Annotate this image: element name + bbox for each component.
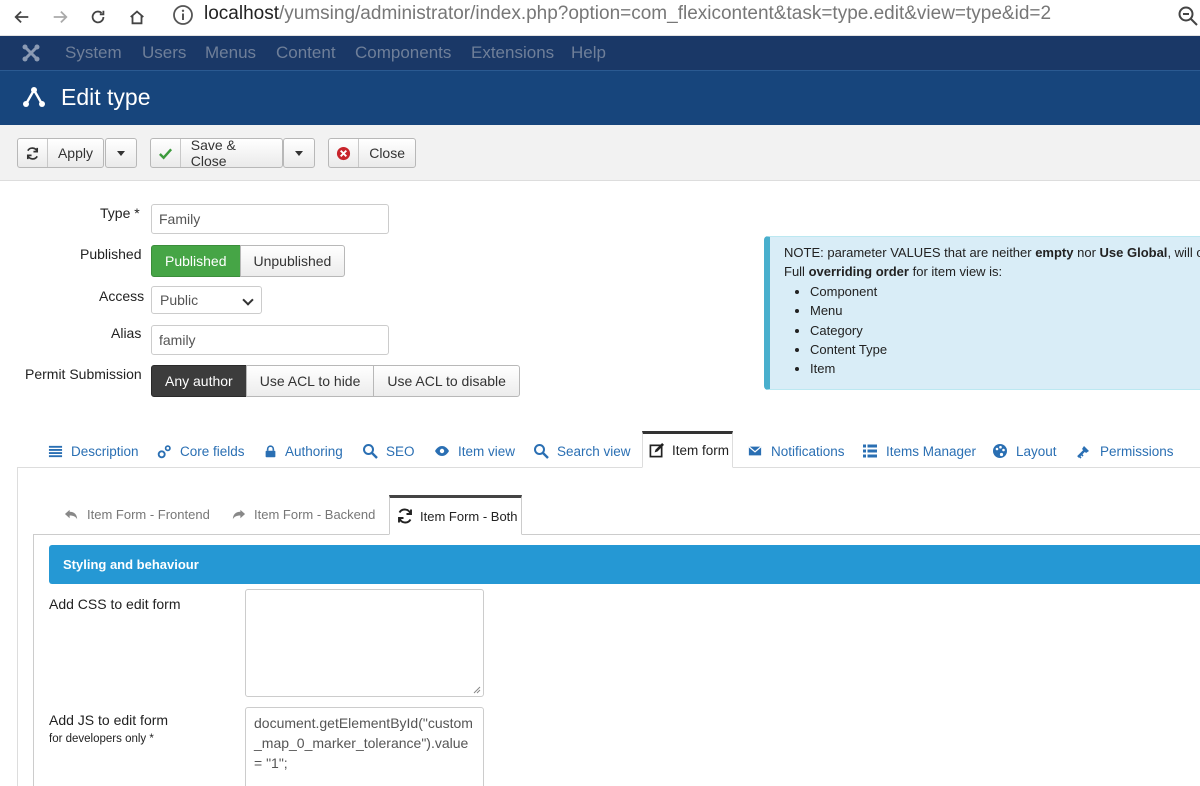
- toolbar: Apply Save & Close Close: [0, 125, 1200, 181]
- menu-content[interactable]: Content: [276, 43, 336, 63]
- note-line-1: NOTE: parameter VALUES that are neither …: [784, 245, 1200, 260]
- joomla-logo-icon[interactable]: [20, 42, 42, 64]
- chevron-down-icon: [242, 294, 254, 306]
- type-field[interactable]: Family: [151, 204, 389, 234]
- url-path: /yumsing/administrator/index.php?option=…: [279, 3, 1052, 24]
- eye-icon: [435, 446, 449, 456]
- menu-menus[interactable]: Menus: [205, 43, 256, 63]
- override-note: NOTE: parameter VALUES that are neither …: [764, 236, 1200, 390]
- override-order-list: Component Menu Category Content Type Ite…: [784, 282, 1199, 378]
- unpublished-option[interactable]: Unpublished: [239, 245, 346, 277]
- css-textarea[interactable]: [245, 589, 484, 697]
- cogs-icon: [157, 444, 171, 458]
- cancel-icon: [329, 139, 360, 167]
- reply-icon: [64, 509, 78, 519]
- menu-extensions[interactable]: Extensions: [471, 43, 554, 63]
- tab-search-view[interactable]: Search view: [533, 438, 631, 464]
- admin-menu-bar: System Users Menus Content Components Ex…: [0, 36, 1200, 70]
- published-toggle: Published Unpublished: [151, 245, 346, 277]
- zoom-icon[interactable]: [1176, 4, 1200, 28]
- caret-down-icon: [295, 150, 303, 156]
- home-icon[interactable]: [123, 3, 151, 31]
- refresh-icon: [398, 508, 412, 524]
- checkmark-icon: [151, 139, 181, 167]
- tab-permissions[interactable]: Permissions: [1076, 438, 1174, 464]
- any-author-option[interactable]: Any author: [151, 365, 247, 397]
- tab-seo[interactable]: SEO: [362, 438, 415, 464]
- tab-authoring[interactable]: Authoring: [264, 438, 343, 464]
- acl-hide-option[interactable]: Use ACL to hide: [245, 365, 375, 397]
- edit-icon: [649, 443, 664, 458]
- published-option[interactable]: Published: [151, 245, 241, 277]
- type-tree-icon: [22, 85, 46, 109]
- list-item: Category: [810, 321, 1199, 340]
- apply-dropdown-button[interactable]: [105, 138, 137, 168]
- close-button[interactable]: Close: [328, 138, 416, 168]
- resize-grip-icon: [473, 686, 481, 694]
- tab-item-view[interactable]: Item view: [434, 438, 515, 464]
- menu-users[interactable]: Users: [142, 43, 186, 63]
- access-value: Public: [160, 292, 199, 308]
- menu-help[interactable]: Help: [571, 43, 606, 63]
- list-item: Component: [810, 282, 1199, 301]
- key-icon: [1077, 446, 1089, 459]
- list-item: Content Type: [810, 340, 1199, 359]
- list-view-icon: [863, 444, 877, 458]
- url-host: localhost: [204, 3, 279, 24]
- subtab-backend[interactable]: Item Form - Backend: [231, 503, 375, 525]
- section-header: Styling and behaviour: [49, 545, 1200, 584]
- subtab-both[interactable]: Item Form - Both: [389, 495, 522, 535]
- tab-layout[interactable]: Layout: [992, 438, 1057, 464]
- type-label: Type *: [100, 205, 140, 221]
- palette-icon: [993, 444, 1007, 458]
- note-line-2: Full overriding order for item view is:: [784, 264, 1003, 279]
- list-item: Menu: [810, 301, 1199, 320]
- subtab-frontend[interactable]: Item Form - Frontend: [64, 503, 210, 525]
- forward-icon[interactable]: [46, 3, 74, 31]
- apply-label: Apply: [57, 145, 93, 161]
- address-bar[interactable]: localhost/yumsing/administrator/index.ph…: [204, 3, 1051, 25]
- acl-disable-option[interactable]: Use ACL to disable: [373, 365, 520, 397]
- list-icon: [48, 445, 63, 457]
- js-textarea[interactable]: document.getElementById("custom_map_0_ma…: [245, 707, 484, 786]
- published-label: Published: [80, 246, 142, 262]
- tab-notifications[interactable]: Notifications: [747, 438, 845, 464]
- tab-item-form[interactable]: Item form: [642, 431, 733, 468]
- tab-core-fields[interactable]: Core fields: [157, 438, 245, 464]
- back-icon[interactable]: [8, 3, 36, 31]
- caret-down-icon: [117, 150, 125, 156]
- tab-description[interactable]: Description: [48, 438, 139, 464]
- permit-submission-toggle: Any author Use ACL to hide Use ACL to di…: [151, 365, 520, 397]
- page-title: Edit type: [61, 84, 151, 110]
- alias-field[interactable]: family: [151, 325, 389, 355]
- menu-system[interactable]: System: [65, 43, 122, 63]
- lock-icon: [265, 444, 276, 457]
- forward-arrow-icon: [232, 509, 246, 519]
- menu-components[interactable]: Components: [355, 43, 451, 63]
- reload-icon[interactable]: [84, 3, 112, 31]
- permit-submission-label: Permit Submission: [25, 366, 142, 382]
- access-select[interactable]: Public: [151, 286, 262, 314]
- js-value: document.getElementById("custom_map_0_ma…: [254, 715, 473, 771]
- close-label: Close: [369, 145, 405, 161]
- apply-button[interactable]: Apply: [17, 138, 104, 168]
- search-icon: [534, 444, 549, 459]
- tab-items-manager[interactable]: Items Manager: [862, 438, 976, 464]
- js-sublabel: for developers only *: [49, 733, 154, 745]
- save-close-label: Save & Close: [190, 137, 236, 169]
- info-icon[interactable]: [172, 4, 194, 26]
- search-icon: [363, 444, 378, 459]
- access-label: Access: [99, 288, 145, 304]
- title-bar: Edit type: [0, 70, 1200, 125]
- refresh-icon: [18, 139, 48, 167]
- envelope-icon: [748, 446, 762, 456]
- js-label: Add JS to edit form: [49, 712, 169, 728]
- alias-label: Alias: [111, 325, 142, 341]
- list-item: Item: [810, 359, 1199, 378]
- save-dropdown-button[interactable]: [283, 138, 315, 168]
- css-label: Add CSS to edit form: [49, 596, 181, 612]
- save-close-button[interactable]: Save & Close: [150, 137, 283, 169]
- browser-bar: localhost/yumsing/administrator/index.ph…: [0, 0, 1200, 36]
